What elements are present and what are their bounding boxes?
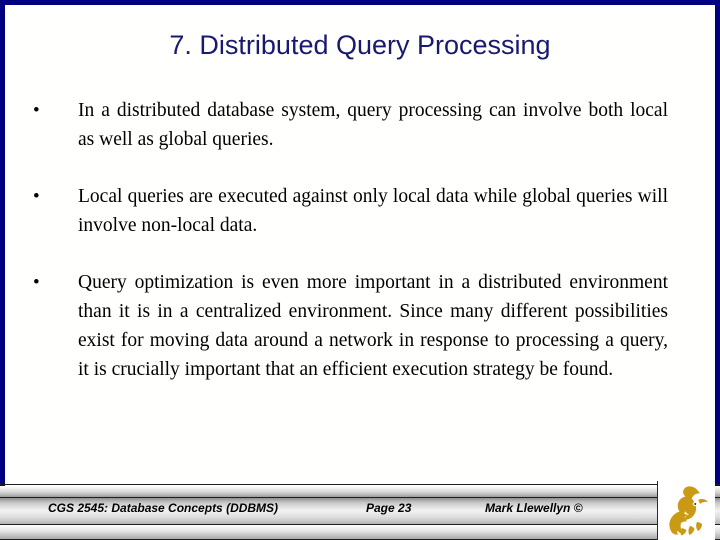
slide-border-top [0, 0, 720, 5]
footer-course-label: CGS 2545: Database Concepts (DDBMS) [48, 501, 279, 515]
footer-band-lower [0, 525, 720, 539]
bullet-text: In a distributed database system, query … [78, 100, 668, 150]
slide-title: 7. Distributed Query Processing [169, 30, 551, 60]
bullet-text: Query optimization is even more importan… [78, 272, 668, 380]
bullet-item: • Query optimization is even more import… [0, 268, 720, 384]
bullet-item: • Local queries are executed against onl… [0, 182, 720, 240]
footer-band-upper [0, 486, 720, 497]
presentation-slide: 7. Distributed Query Processing • In a d… [0, 0, 720, 540]
footer-page-number: Page 23 [366, 501, 412, 515]
logo-container [657, 481, 715, 540]
bullet-point-icon: • [33, 100, 40, 121]
bullet-text: Local queries are executed against only … [78, 186, 668, 236]
bullet-item: • In a distributed database system, quer… [0, 96, 720, 154]
footer-rule [0, 484, 720, 485]
bullet-point-icon: • [33, 272, 40, 293]
ucf-pegasus-logo [668, 486, 708, 536]
bullet-point-icon: • [33, 186, 40, 207]
slide-body: • In a distributed database system, quer… [0, 96, 720, 408]
slide-footer: CGS 2545: Database Concepts (DDBMS) Page… [0, 484, 720, 540]
footer-author-label: Mark Llewellyn © [485, 501, 583, 515]
